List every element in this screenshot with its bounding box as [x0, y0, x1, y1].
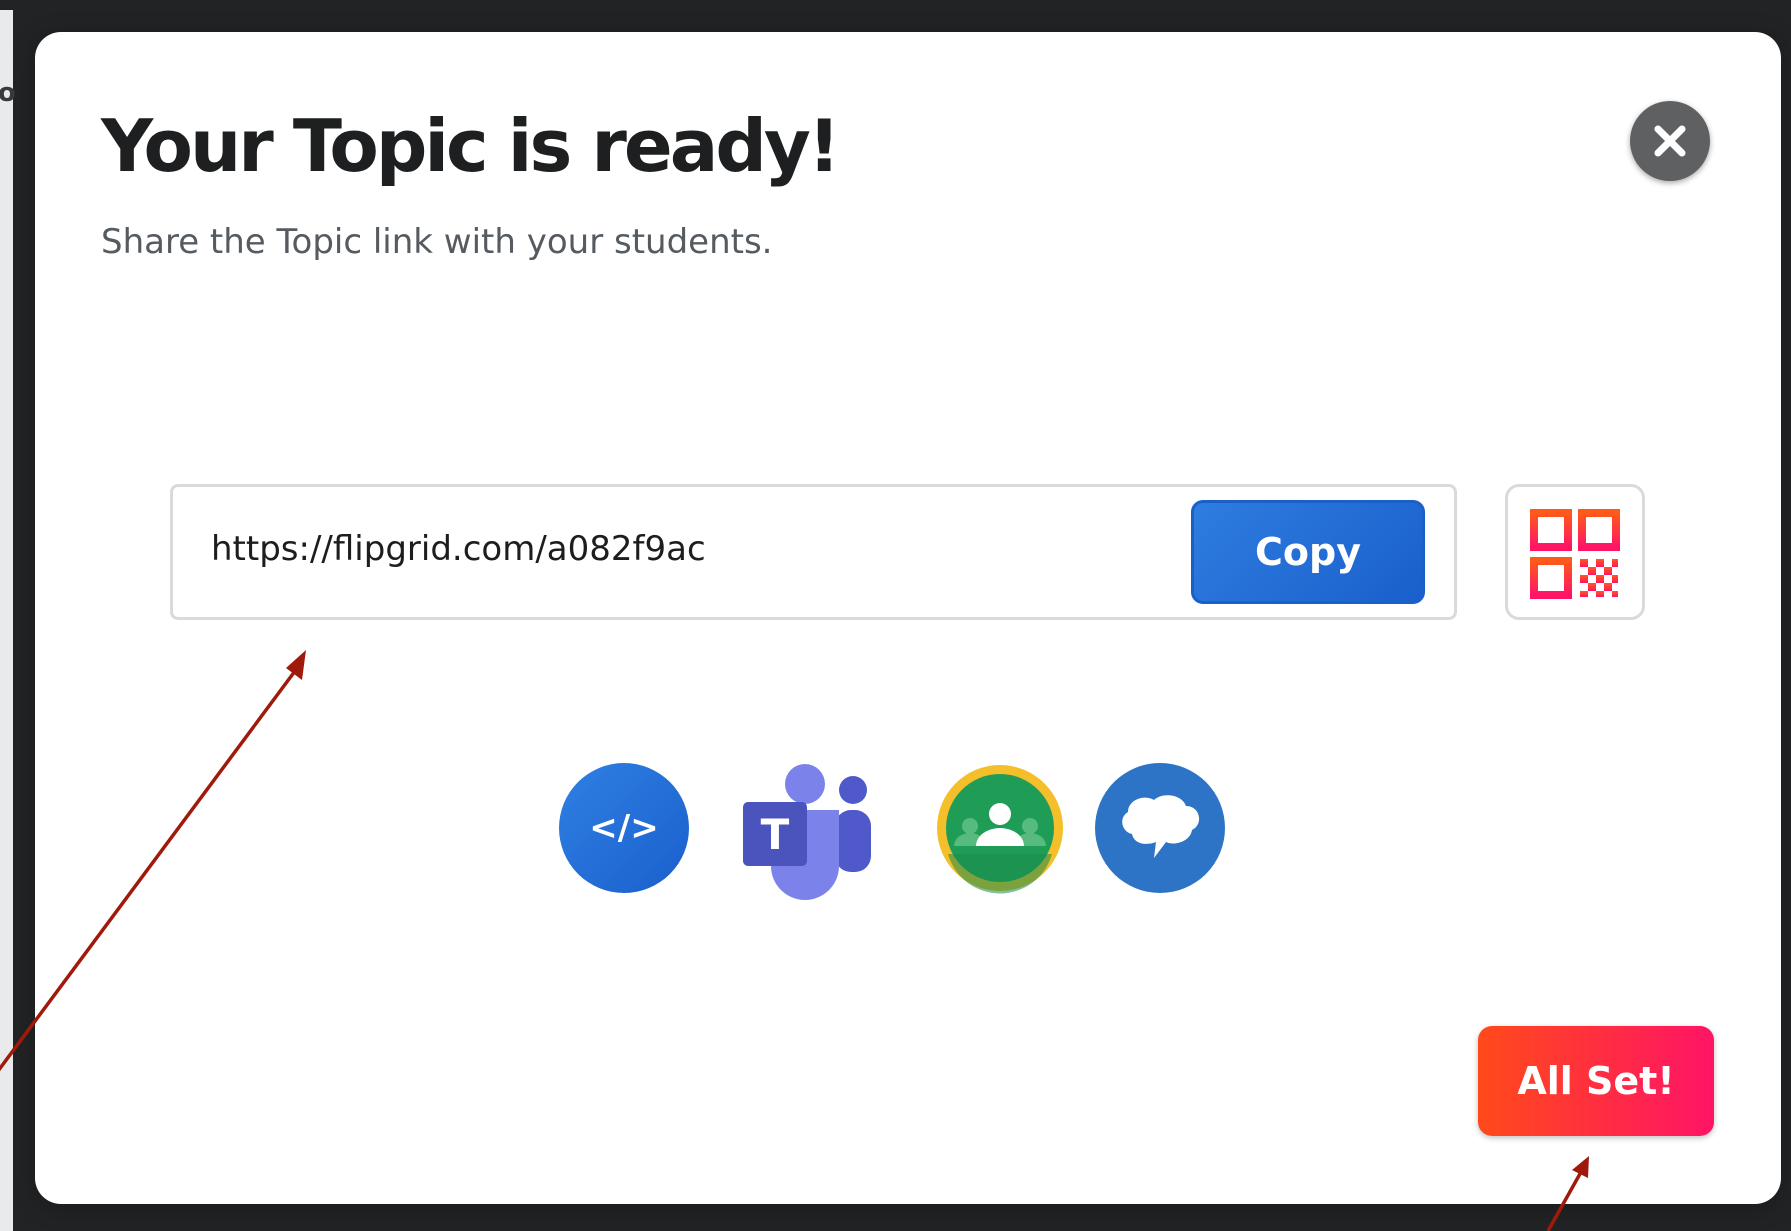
share-embed-code-button[interactable]: </>	[558, 762, 690, 894]
classroom-icon	[937, 765, 1063, 894]
copy-link-button[interactable]: Copy	[1191, 500, 1425, 604]
all-set-button[interactable]: All Set!	[1478, 1026, 1714, 1136]
remind-icon	[1095, 763, 1225, 893]
modal-subtitle: Share the Topic link with your students.	[101, 222, 773, 262]
share-topic-modal: Your Topic is ready! Share the Topic lin…	[35, 32, 1781, 1204]
embed-code-label: </>	[589, 808, 658, 848]
topic-link-field[interactable]: https://flipgrid.com/a082f9ac Copy	[170, 484, 1457, 620]
code-icon: </>	[559, 763, 689, 893]
close-icon	[1654, 125, 1686, 157]
modal-title: Your Topic is ready!	[101, 104, 841, 188]
topic-link-url: https://flipgrid.com/a082f9ac	[211, 529, 706, 569]
background-page-text: o	[0, 78, 16, 108]
close-button[interactable]	[1630, 101, 1710, 181]
qr-code-icon	[1530, 509, 1620, 599]
background-page-strip: o	[0, 10, 16, 1231]
qr-code-button[interactable]	[1505, 484, 1645, 620]
teams-icon: T	[743, 764, 871, 900]
share-google-classroom-button[interactable]	[934, 762, 1066, 894]
share-remind-button[interactable]	[1094, 762, 1226, 894]
teams-letter: T	[761, 810, 790, 859]
share-microsoft-teams-button[interactable]: T	[741, 762, 873, 900]
